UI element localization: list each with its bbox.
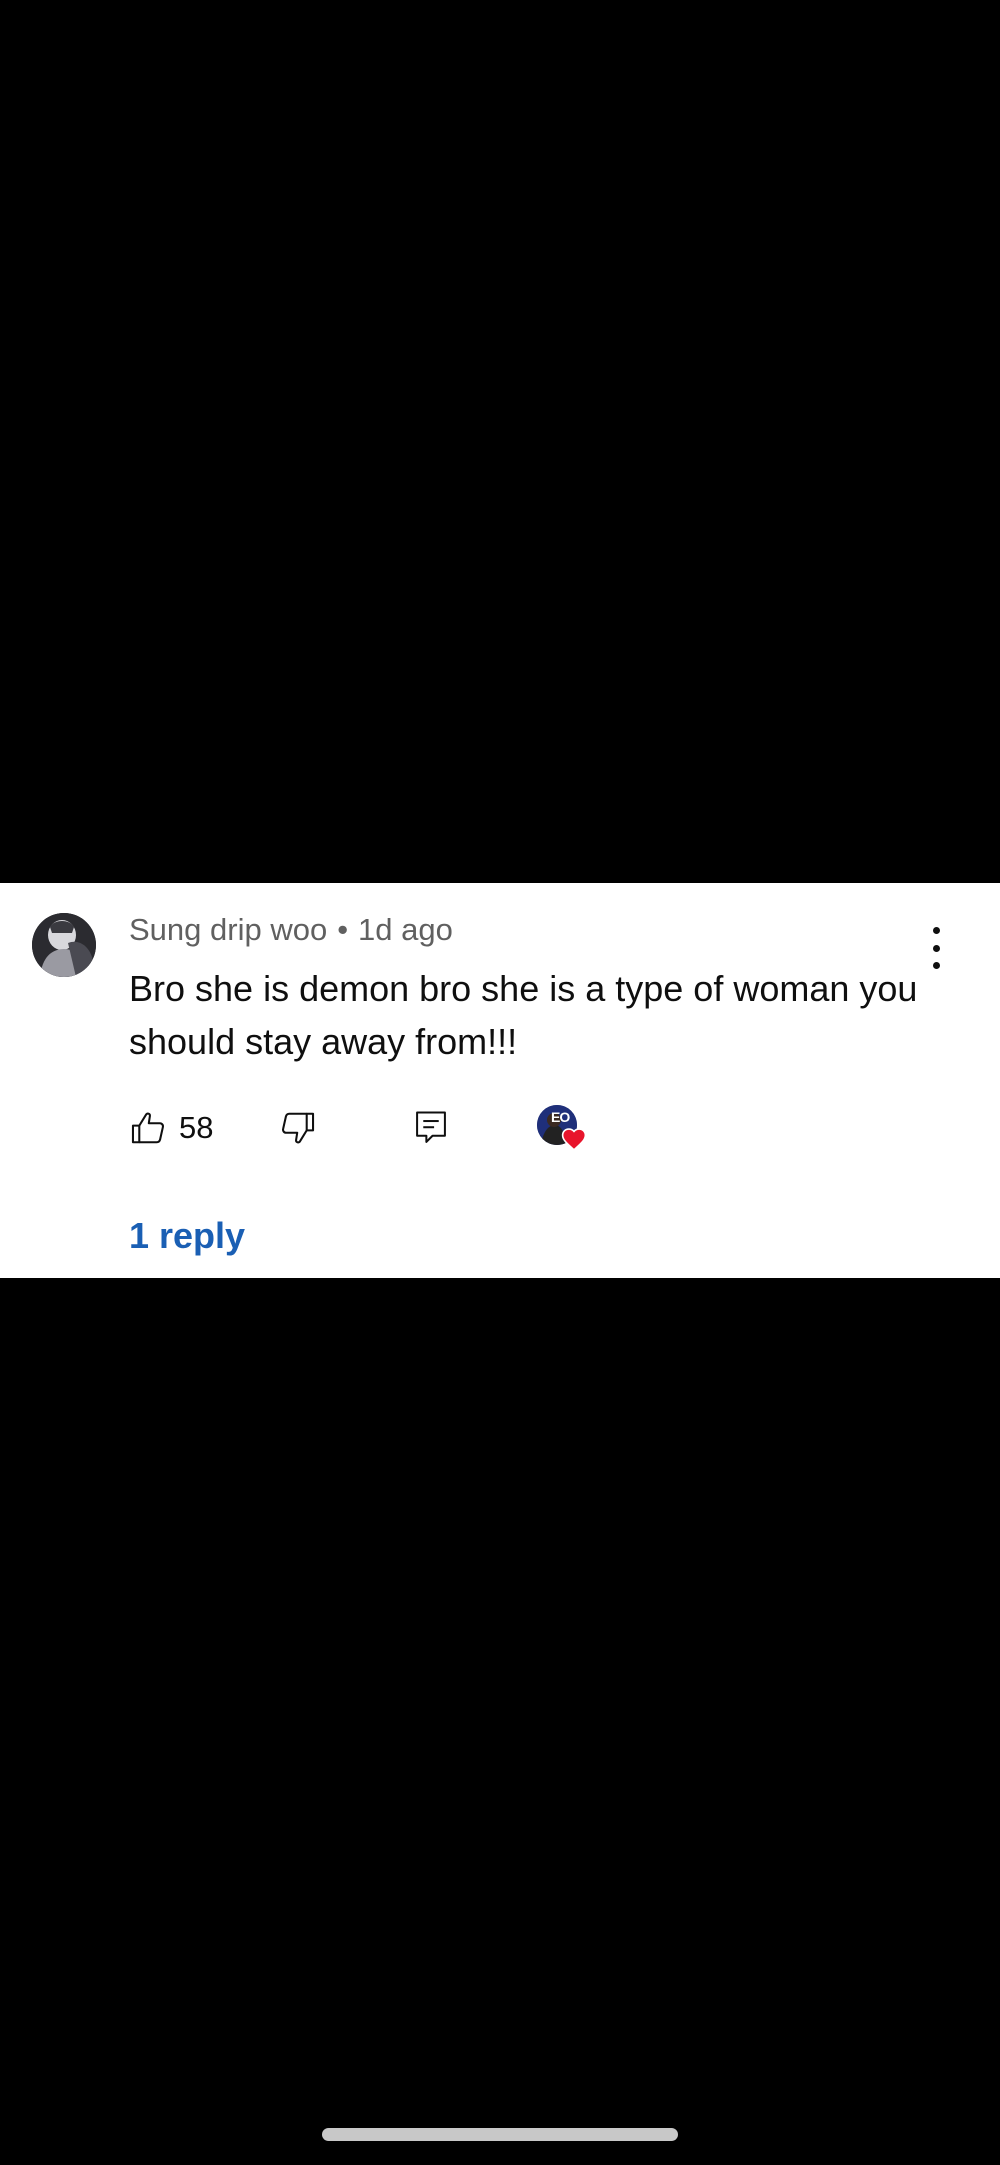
view-replies-link[interactable]: 1 reply (129, 1215, 245, 1257)
dislike-button[interactable] (279, 1105, 317, 1151)
comment-actions: 58 EO (129, 1105, 829, 1151)
comment-timestamp: 1d ago (358, 912, 453, 947)
like-button[interactable]: 58 (129, 1105, 213, 1151)
more-vertical-icon (932, 927, 940, 934)
thumbs-down-icon (282, 1112, 315, 1144)
more-dot (932, 944, 940, 952)
comment-icon (416, 1111, 446, 1143)
author-name[interactable]: Sung drip woo (129, 912, 327, 947)
reply-button[interactable] (414, 1105, 448, 1151)
author-avatar[interactable] (32, 913, 96, 977)
creator-initials: EO (551, 1109, 570, 1125)
more-dot (932, 962, 940, 969)
creator-heart-badge: EO (537, 1105, 587, 1155)
comment-card: Sung drip woo • 1d ago Bro she is demon br… (0, 883, 1000, 1278)
home-indicator[interactable] (322, 2128, 678, 2141)
meta-separator: • (337, 912, 349, 947)
avatar-image (32, 913, 96, 977)
comment-text: Bro she is demon bro she is a type of wo… (129, 968, 918, 1062)
like-count: 58 (179, 1110, 214, 1145)
heart-icon (561, 1128, 587, 1151)
thumbs-up-icon (131, 1112, 164, 1144)
comment-meta: Sung drip woo • 1d ago (129, 911, 453, 948)
